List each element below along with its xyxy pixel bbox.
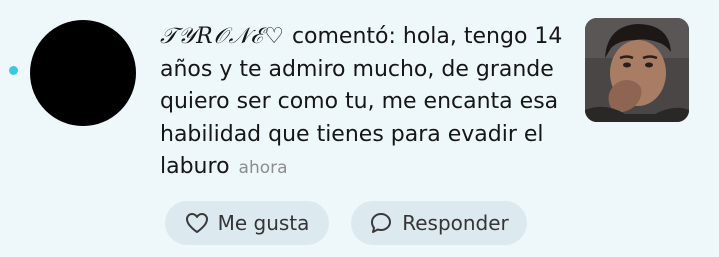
reply-button[interactable]: Responder <box>351 201 527 245</box>
unread-indicator <box>9 66 18 75</box>
commenter-avatar[interactable] <box>30 20 136 126</box>
commenter-username[interactable]: 𝒯𝒴𝑅𝒪𝒩ℰ♡ <box>160 24 285 49</box>
comment-timestamp: ahora <box>238 158 288 178</box>
reply-button-label: Responder <box>402 211 509 235</box>
comment-action: comentó: <box>291 24 396 49</box>
like-button-label: Me gusta <box>217 211 310 235</box>
like-button[interactable]: Me gusta <box>165 201 329 245</box>
comment-notification[interactable]: 𝒯𝒴𝑅𝒪𝒩ℰ♡ comentó: hola, tengo 14 años y t… <box>0 0 719 257</box>
video-thumbnail[interactable] <box>585 18 689 122</box>
speech-bubble-icon <box>371 213 392 233</box>
thumbnail-image <box>585 18 689 122</box>
comment-body: 𝒯𝒴𝑅𝒪𝒩ℰ♡ comentó: hola, tengo 14 años y t… <box>160 21 570 185</box>
heart-outline-icon <box>185 213 208 233</box>
